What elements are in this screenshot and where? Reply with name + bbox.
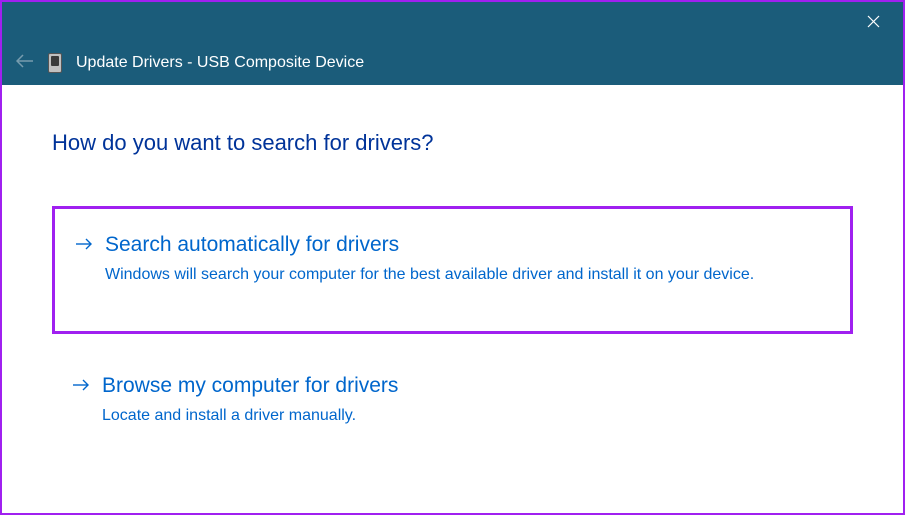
close-icon xyxy=(867,15,880,28)
option-description: Windows will search your computer for th… xyxy=(105,263,765,287)
page-question: How do you want to search for drivers? xyxy=(52,130,853,156)
option-header: Search automatically for drivers xyxy=(75,233,830,257)
arrow-right-icon xyxy=(72,376,90,397)
header-bar: Update Drivers - USB Composite Device xyxy=(2,40,903,85)
header-title: Update Drivers - USB Composite Device xyxy=(76,54,364,72)
option-description: Locate and install a driver manually. xyxy=(102,404,762,428)
option-browse-computer[interactable]: Browse my computer for drivers Locate an… xyxy=(52,358,853,452)
option-title: Search automatically for drivers xyxy=(105,233,399,257)
device-icon xyxy=(48,53,62,73)
close-button[interactable] xyxy=(851,2,895,40)
arrow-right-icon xyxy=(75,235,93,256)
option-title: Browse my computer for drivers xyxy=(102,374,398,398)
option-header: Browse my computer for drivers xyxy=(72,374,833,398)
content-area: How do you want to search for drivers? S… xyxy=(2,85,903,506)
titlebar xyxy=(2,2,903,40)
option-search-automatically[interactable]: Search automatically for drivers Windows… xyxy=(52,206,853,334)
back-arrow-icon[interactable] xyxy=(16,52,34,73)
